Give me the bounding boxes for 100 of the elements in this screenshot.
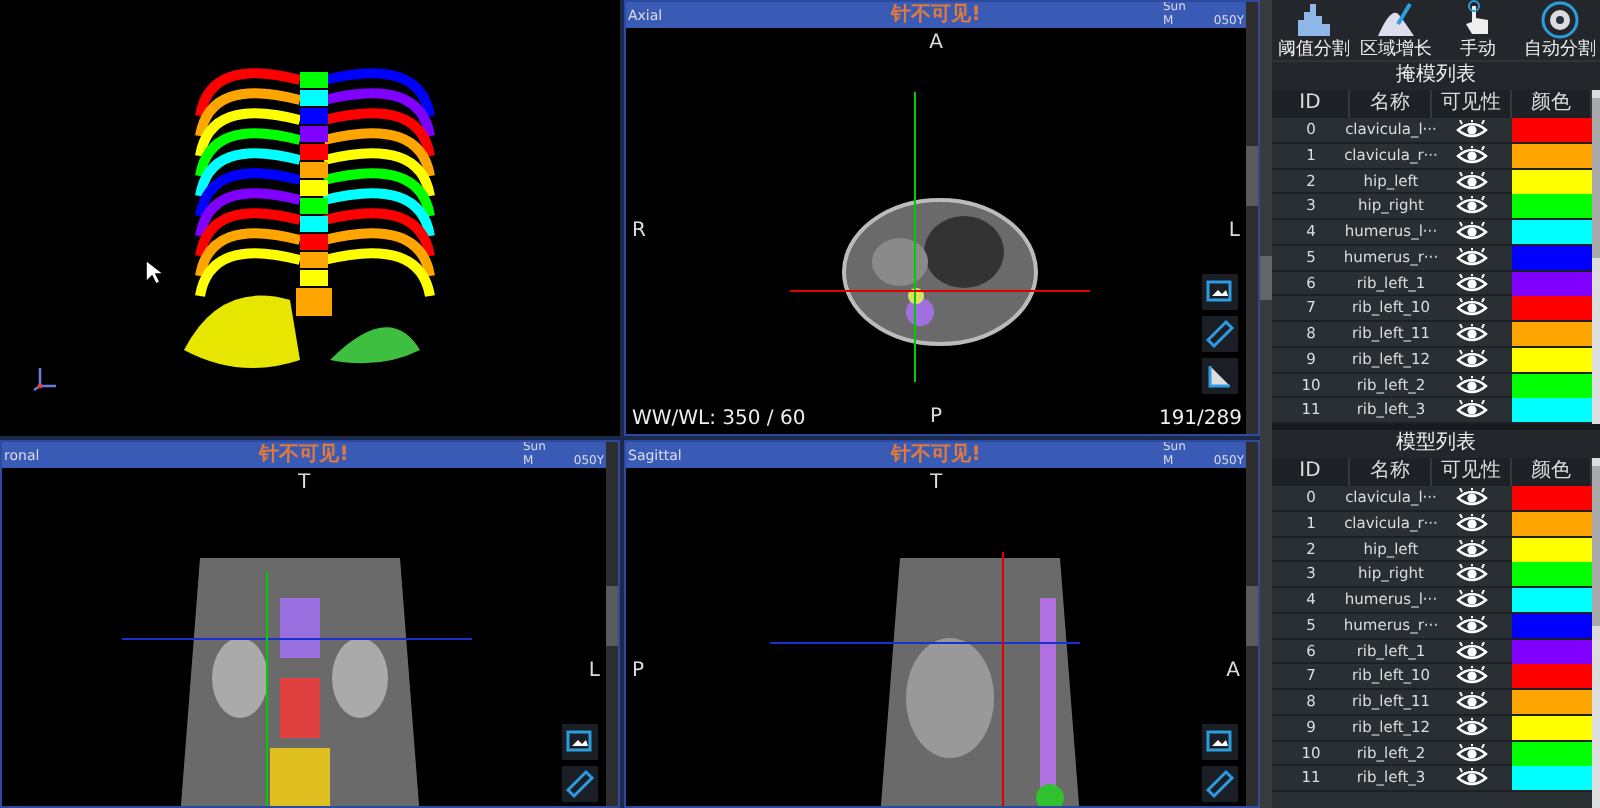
color-swatch[interactable] xyxy=(1512,511,1592,536)
color-swatch[interactable] xyxy=(1512,245,1592,270)
ruler-tool-button[interactable] xyxy=(562,766,598,802)
image-tool-button[interactable] xyxy=(562,724,598,760)
column-header: 名称 xyxy=(1350,90,1432,118)
color-swatch[interactable] xyxy=(1512,398,1592,423)
eye-icon xyxy=(1456,692,1488,712)
color-swatch[interactable] xyxy=(1512,194,1592,219)
orientation-label: R xyxy=(632,220,646,242)
ruler-icon xyxy=(1202,316,1238,352)
orientation-label: A xyxy=(1226,660,1240,682)
color-swatch[interactable] xyxy=(1512,613,1592,638)
eye-icon xyxy=(1456,743,1488,763)
needle-status-text: 针不可见! xyxy=(891,442,981,468)
image-tool-button[interactable] xyxy=(1202,274,1238,310)
visibility-toggle[interactable] xyxy=(1456,298,1488,319)
eye-icon xyxy=(1456,145,1488,166)
visibility-toggle[interactable] xyxy=(1456,349,1488,370)
ruler-tool-button[interactable] xyxy=(1202,766,1238,802)
eye-icon xyxy=(1456,298,1488,319)
color-swatch[interactable] xyxy=(1512,322,1592,346)
eye-icon xyxy=(1456,120,1488,140)
needle-status-text: 针不可见! xyxy=(259,442,349,468)
column-header: ID xyxy=(1272,90,1350,118)
color-swatch[interactable] xyxy=(1512,220,1592,244)
visibility-toggle[interactable] xyxy=(1456,375,1488,395)
angle-tool-button[interactable] xyxy=(1202,358,1238,394)
visibility-toggle[interactable] xyxy=(1456,247,1488,268)
visibility-toggle[interactable] xyxy=(1456,324,1488,344)
color-swatch[interactable] xyxy=(1512,118,1592,142)
color-swatch[interactable] xyxy=(1512,715,1592,740)
visibility-toggle[interactable] xyxy=(1456,641,1488,661)
eye-icon xyxy=(1456,488,1488,508)
eye-icon xyxy=(1456,400,1488,421)
visibility-toggle[interactable] xyxy=(1456,196,1488,217)
visibility-toggle[interactable] xyxy=(1456,692,1488,712)
eye-icon xyxy=(1456,349,1488,370)
eye-icon xyxy=(1456,273,1488,293)
eye-icon xyxy=(1456,171,1488,191)
needle-status-text: 针不可见! xyxy=(891,2,981,28)
color-swatch[interactable] xyxy=(1512,741,1592,765)
color-swatch[interactable] xyxy=(1512,639,1592,663)
column-header: 名称 xyxy=(1350,458,1432,486)
toolbar-button[interactable]: 区域增长 xyxy=(1355,0,1435,60)
visibility-toggle[interactable] xyxy=(1456,222,1488,242)
color-swatch[interactable] xyxy=(1512,690,1592,714)
slice-number-text: 191/289 xyxy=(1158,408,1242,430)
toolbar-button[interactable]: 阈值分割 xyxy=(1273,0,1353,60)
color-swatch[interactable] xyxy=(1512,296,1592,321)
visibility-toggle[interactable] xyxy=(1456,666,1488,687)
window-level-text: WW/WL: 350 / 60 xyxy=(632,408,806,430)
ruler-tool-button[interactable] xyxy=(1202,316,1238,352)
color-swatch[interactable] xyxy=(1512,347,1592,372)
color-swatch[interactable] xyxy=(1512,486,1592,510)
list-title: 掩模列表 xyxy=(1272,62,1600,90)
color-swatch[interactable] xyxy=(1512,143,1592,168)
color-swatch[interactable] xyxy=(1512,271,1592,295)
eye-icon xyxy=(1456,615,1488,636)
orientation-label: A xyxy=(929,32,943,54)
color-swatch[interactable] xyxy=(1512,562,1592,587)
image-tool-button[interactable] xyxy=(1202,724,1238,760)
visibility-toggle[interactable] xyxy=(1456,564,1488,585)
eye-icon xyxy=(1456,641,1488,661)
visibility-toggle[interactable] xyxy=(1456,400,1488,421)
visibility-toggle[interactable] xyxy=(1456,171,1488,191)
toolbar-button[interactable]: 自动分割 xyxy=(1519,0,1599,60)
eye-icon xyxy=(1456,247,1488,268)
eye-icon xyxy=(1456,196,1488,217)
color-swatch[interactable] xyxy=(1512,169,1592,193)
visibility-toggle[interactable] xyxy=(1456,717,1488,738)
mountain-pen-icon xyxy=(1375,0,1415,40)
visibility-toggle[interactable] xyxy=(1456,590,1488,610)
eye-icon xyxy=(1456,539,1488,559)
column-header: 可见性 xyxy=(1432,90,1512,118)
eye-icon xyxy=(1456,590,1488,610)
ruler-icon xyxy=(562,766,598,802)
visibility-toggle[interactable] xyxy=(1456,120,1488,140)
color-swatch[interactable] xyxy=(1512,373,1592,397)
axes-icon xyxy=(32,364,60,392)
visibility-toggle[interactable] xyxy=(1456,273,1488,293)
color-swatch[interactable] xyxy=(1512,664,1592,689)
color-swatch[interactable] xyxy=(1512,537,1592,561)
visibility-toggle[interactable] xyxy=(1456,513,1488,534)
visibility-toggle[interactable] xyxy=(1456,768,1488,789)
list-title: 模型列表 xyxy=(1272,430,1600,458)
toolbar-button[interactable]: 手动 xyxy=(1437,0,1517,60)
visibility-toggle[interactable] xyxy=(1456,145,1488,166)
visibility-toggle[interactable] xyxy=(1456,539,1488,559)
visibility-toggle[interactable] xyxy=(1456,615,1488,636)
orientation-label: L xyxy=(1228,220,1240,242)
eye-icon xyxy=(1456,666,1488,687)
color-swatch[interactable] xyxy=(1512,766,1592,791)
eye-icon xyxy=(1456,768,1488,789)
color-swatch[interactable] xyxy=(1512,588,1592,612)
cursor-icon xyxy=(144,258,164,286)
orientation-label: L xyxy=(588,660,600,682)
visibility-toggle[interactable] xyxy=(1456,743,1488,763)
ruler-icon xyxy=(1202,766,1238,802)
orientation-label: P xyxy=(929,406,943,428)
visibility-toggle[interactable] xyxy=(1456,488,1488,508)
